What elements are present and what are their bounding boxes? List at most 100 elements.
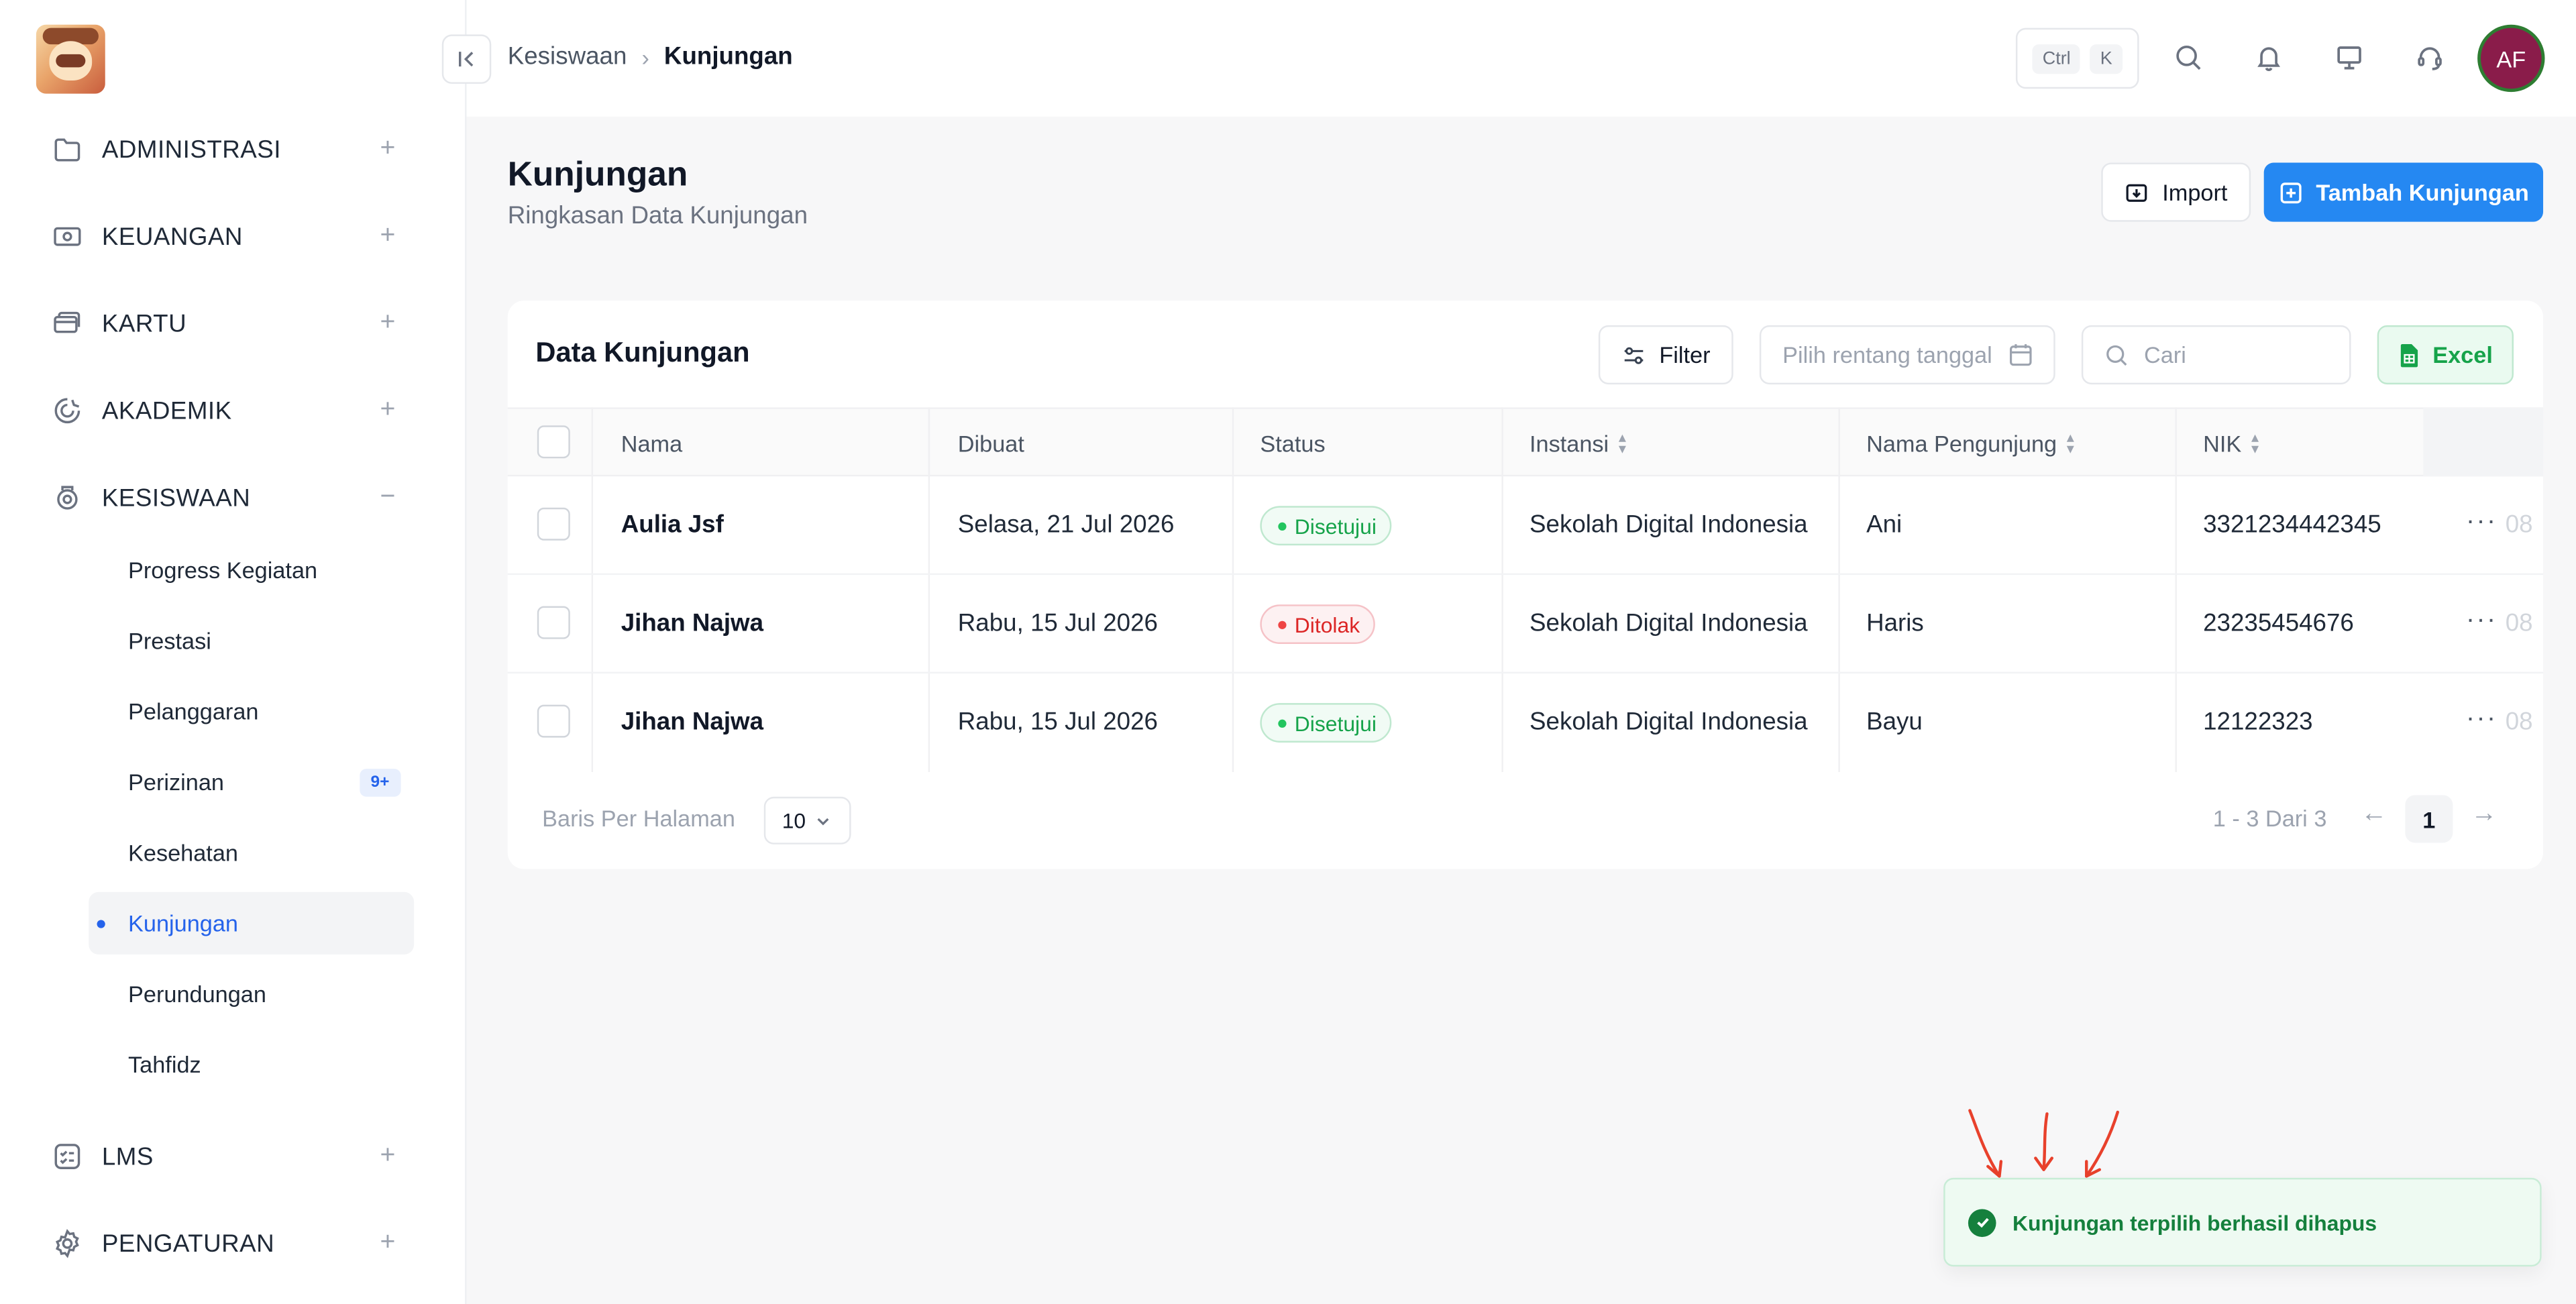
page-title: Kunjungan [507,156,688,194]
prev-page-icon[interactable]: ← [2361,800,2387,830]
sort-icon[interactable]: ▴ ▾ [2067,429,2074,455]
sliders-icon [1624,346,1644,364]
top-header: Kesiswaan › Kunjungan Ctrl K AF [441,0,2576,117]
expand-icon[interactable]: + [374,223,400,250]
expand-icon[interactable]: + [374,135,400,162]
card-icon [49,306,85,342]
add-visit-label: Tambah Kunjungan [2316,178,2529,206]
cell-nik: 12122323 [2203,708,2313,737]
subitem-label: Tahfidz [128,1051,201,1078]
date-range-input[interactable]: Pilih rentang tanggal [1759,325,2055,385]
page-button-current[interactable]: 1 [2405,795,2453,843]
import-button[interactable]: Import [2101,162,2251,222]
sort-icon[interactable]: ▴ ▾ [2251,429,2259,455]
expand-icon[interactable]: + [374,310,400,337]
breadcrumb: Kesiswaan › Kunjungan [508,43,793,71]
pagination-range: 1 - 3 Dari 3 [2212,805,2327,832]
cell-overflow: 08 [2505,708,2533,737]
cell-nama: Jihan Najwa [621,708,764,737]
app-logo[interactable] [36,24,105,94]
sidebar-item-akademik[interactable]: AKADEMIK + [36,378,417,443]
column-nama-pengunjung[interactable]: Nama Pengunjung ▴ ▾ [1866,429,2074,457]
add-visit-button[interactable]: Tambah Kunjungan [2263,162,2544,222]
rows-per-page-label: Baris Per Halaman [542,805,735,832]
folder-icon [49,131,85,168]
status-label: Ditolak [1294,612,1360,637]
status-label: Disetujui [1294,710,1377,735]
kbd-k: K [2090,43,2123,73]
sidebar-subitem-pelanggaran[interactable]: Pelanggaran [89,680,414,743]
sidebar-item-pengaturan[interactable]: PENGATURAN + [36,1211,417,1276]
column-label: Status [1260,430,1326,457]
sidebar: ADMINISTRASI + KEUANGAN + KARTU + AKADEM… [0,0,467,1304]
sticky-column-shade [2423,407,2544,477]
table-row[interactable]: Jihan Najwa Rabu, 15 Jul 2026 Disetujui … [508,673,2543,772]
search-input[interactable]: Cari [2081,325,2351,385]
more-actions-icon[interactable]: ··· [2466,705,2497,735]
expand-icon[interactable]: + [374,1230,400,1256]
search-placeholder: Cari [2143,341,2186,368]
sidebar-subitem-perundungan[interactable]: Perundungan [89,963,414,1025]
breadcrumb-item-kesiswaan[interactable]: Kesiswaan [508,43,627,71]
import-label: Import [2162,178,2228,206]
row-checkbox[interactable] [537,507,570,541]
column-instansi[interactable]: Instansi ▴ ▾ [1529,429,1626,456]
column-label: Dibuat [957,430,1024,457]
kbd-ctrl: Ctrl [2033,43,2081,73]
collapse-sidebar-button[interactable] [441,34,492,84]
sidebar-item-administrasi[interactable]: ADMINISTRASI + [36,117,417,182]
sidebar-item-keuangan[interactable]: KEUANGAN + [36,204,417,270]
sort-icon[interactable]: ▴ ▾ [1619,429,1626,455]
column-label: Nama Pengunjung [1866,430,2057,457]
subitem-label: Prestasi [128,627,211,654]
sidebar-subitem-progress-kegiatan[interactable]: Progress Kegiatan [89,539,414,601]
bell-icon[interactable] [2251,40,2287,76]
checklist-icon [49,1138,85,1175]
cell-instansi: Sekolah Digital Indonesia [1529,609,1808,638]
row-checkbox[interactable] [537,606,570,639]
search-icon[interactable] [2170,40,2206,76]
sidebar-item-lms[interactable]: LMS + [36,1124,417,1189]
collapse-icon[interactable]: − [374,484,400,510]
next-page-icon[interactable]: → [2471,800,2497,830]
data-card: Data Kunjungan Filter Pilih rentang tang… [507,301,2544,869]
sidebar-subitem-prestasi[interactable]: Prestasi [89,610,414,672]
more-actions-icon[interactable]: ··· [2466,508,2497,537]
success-toast[interactable]: Kunjungan terpilih berhasil dihapus [1943,1177,2542,1267]
column-dibuat[interactable]: Dibuat [958,431,1024,457]
sheet-icon [2400,343,2418,367]
support-icon[interactable] [2412,40,2448,76]
sidebar-subitem-kesehatan[interactable]: Kesehatan [89,822,414,884]
sidebar-subitem-perizinan[interactable]: Perizinan 9+ [89,751,414,813]
monitor-icon[interactable] [2331,40,2367,76]
expand-icon[interactable]: + [374,396,400,424]
sidebar-subitem-tahfidz[interactable]: Tahfidz [89,1033,414,1095]
sidebar-subitem-kunjungan[interactable]: Kunjungan [89,891,415,955]
command-search-shortcut[interactable]: Ctrl K [2015,28,2139,89]
more-actions-icon[interactable]: ··· [2466,606,2497,636]
filter-button[interactable]: Filter [1598,325,1733,385]
sidebar-item-kesiswaan[interactable]: KESISWAAN − [36,465,417,531]
table-row[interactable]: Jihan Najwa Rabu, 15 Jul 2026 Ditolak Se… [507,575,2544,674]
student-icon [49,480,85,516]
date-range-placeholder: Pilih rentang tanggal [1782,341,1992,368]
gear-icon [49,1226,85,1262]
sidebar-item-kartu[interactable]: KARTU + [36,290,417,356]
expand-icon[interactable]: + [374,1142,400,1170]
table-row[interactable]: Aulia Jsf Selasa, 21 Jul 2026 Disetujui … [507,476,2544,576]
user-avatar[interactable]: AF [2480,28,2542,89]
cell-nik: 23235454676 [2203,609,2354,638]
cell-dibuat: Rabu, 15 Jul 2026 [957,609,1158,638]
sidebar-item-label: PENGATURAN [101,1230,275,1258]
column-nama[interactable]: Nama [621,431,682,457]
sidebar-item-label: AKADEMIK [101,396,232,425]
status-badge: Disetujui [1260,506,1391,546]
excel-export-button[interactable]: Excel [2377,325,2514,385]
column-status[interactable]: Status [1260,431,1325,457]
select-all-checkbox[interactable] [537,425,570,459]
column-nik[interactable]: NIK ▴ ▾ [2203,429,2259,457]
column-label: NIK [2203,430,2242,457]
status-badge: Disetujui [1260,703,1391,743]
rows-per-page-select[interactable]: 10 [763,796,851,845]
row-checkbox[interactable] [537,704,570,738]
